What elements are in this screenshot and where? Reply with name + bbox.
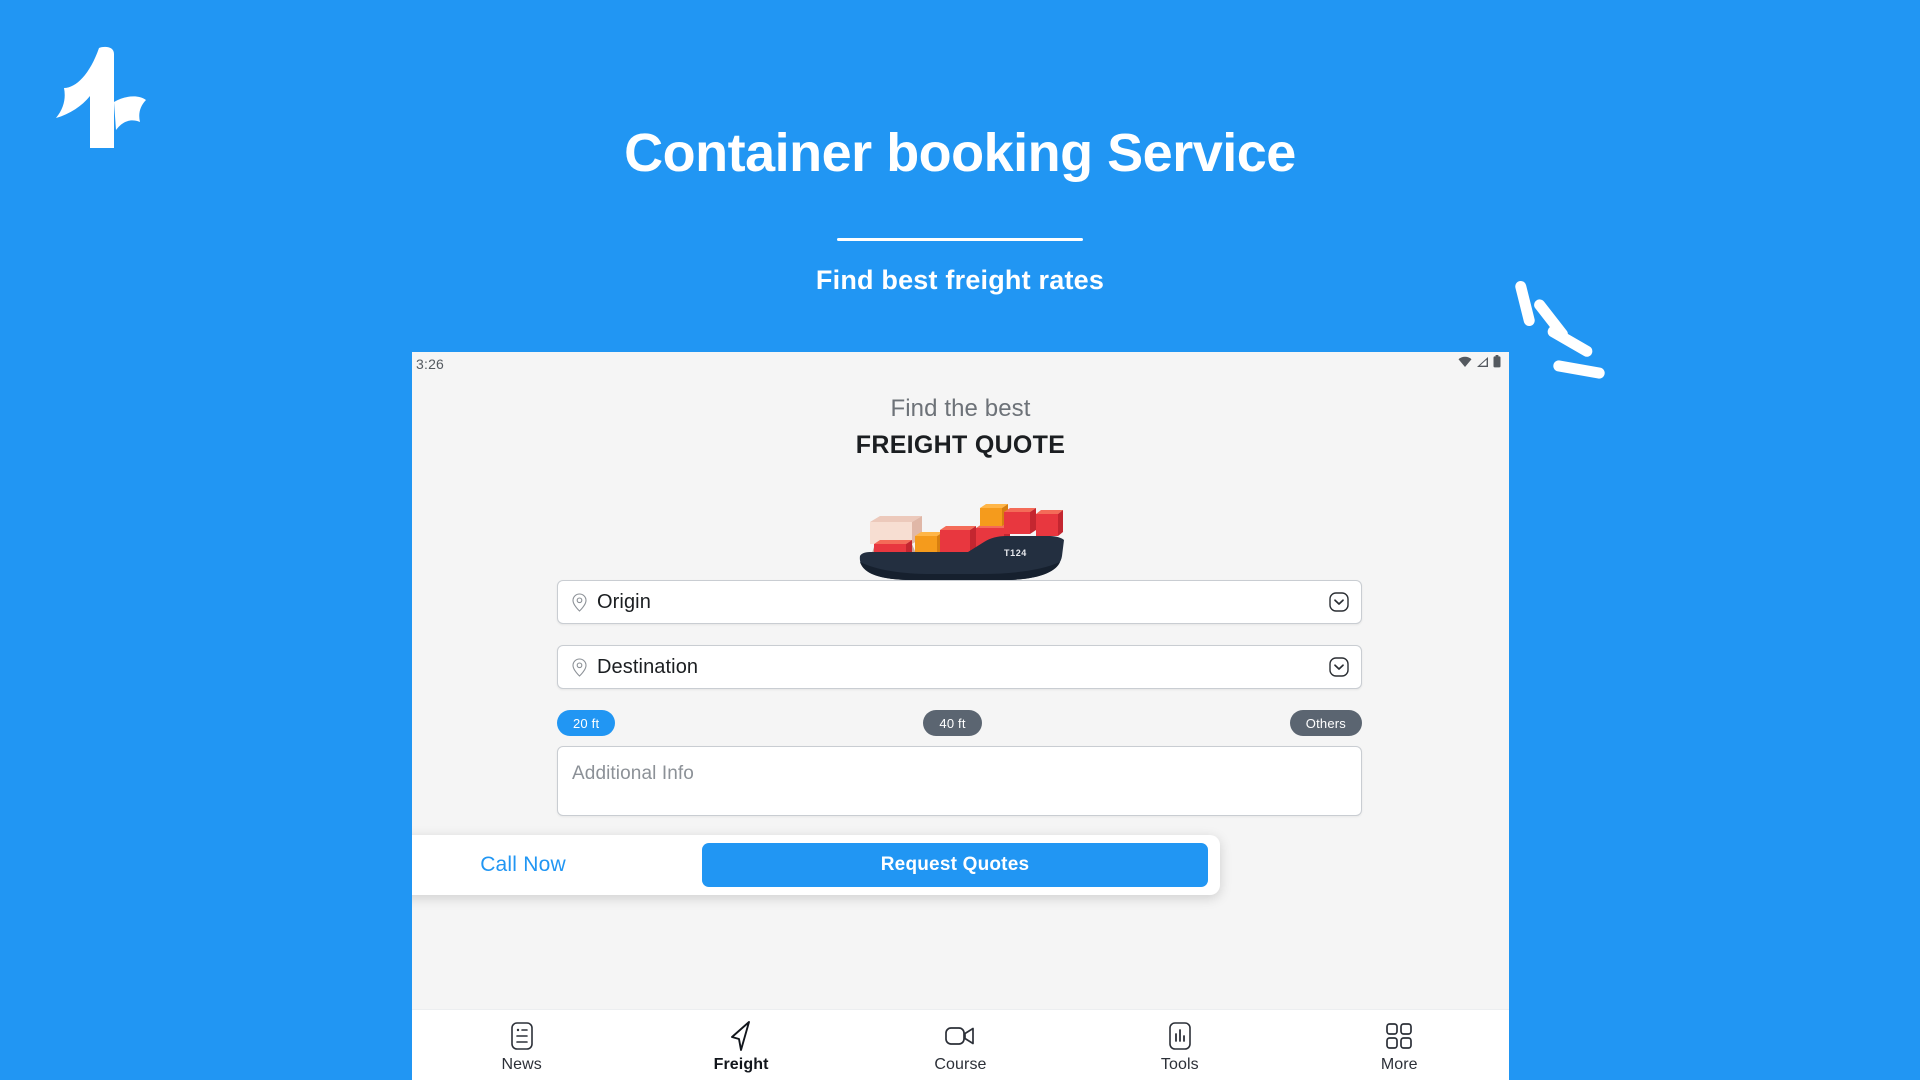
promo-title: Container booking Service <box>624 123 1296 183</box>
chevron-down-icon[interactable] <box>1329 657 1349 677</box>
promo-subtitle: Find best freight rates <box>815 265 1105 295</box>
news-document-icon <box>510 1021 533 1051</box>
device-mockup: 3:26 Find the best FREIGHT QUOTE T124 Or… <box>412 352 1509 1080</box>
signal-icon <box>1476 355 1489 373</box>
nav-label-more: More <box>1380 1055 1418 1073</box>
navigation-arrow-icon <box>728 1020 754 1051</box>
nav-item-course[interactable]: Course <box>900 1021 1020 1074</box>
grid-squares-icon <box>1386 1021 1413 1051</box>
location-pin-icon <box>572 657 587 677</box>
nav-item-more[interactable]: More <box>1339 1021 1459 1074</box>
sparkle-burst-icon <box>1495 279 1606 398</box>
app-eyebrow: Find the best <box>890 395 1031 422</box>
chip-40ft[interactable]: 40 ft <box>923 710 982 736</box>
nav-item-news[interactable]: News <box>462 1021 582 1074</box>
nav-label-tools: Tools <box>1160 1055 1199 1073</box>
bottom-navigation: News Freight Course Tools More <box>412 1009 1509 1080</box>
nav-label-freight: Freight <box>713 1055 769 1073</box>
battery-icon <box>1493 355 1501 373</box>
status-time: 3:26 <box>416 356 445 372</box>
nav-label-news: News <box>501 1055 542 1073</box>
origin-field[interactable]: Origin <box>557 580 1362 624</box>
request-quotes-button[interactable]: Request Quotes <box>702 843 1208 887</box>
nav-label-course: Course <box>934 1055 987 1073</box>
app-title: FREIGHT QUOTE <box>855 431 1066 459</box>
action-bar: Call Now Request Quotes <box>412 835 1220 895</box>
location-pin-icon <box>572 592 587 612</box>
container-size-chips: 20 ft 40 ft Others <box>557 710 1362 736</box>
additional-info-placeholder: Additional Info <box>572 763 694 784</box>
video-camera-icon <box>945 1021 975 1051</box>
nav-item-tools[interactable]: Tools <box>1120 1021 1240 1074</box>
chip-20ft[interactable]: 20 ft <box>557 710 616 736</box>
promo-divider <box>837 238 1083 241</box>
destination-label: Destination <box>597 655 699 678</box>
cargo-ship-illustration: T124 <box>412 500 1509 582</box>
additional-info-field[interactable]: Additional Info <box>557 746 1362 816</box>
nav-item-freight[interactable]: Freight <box>681 1020 801 1074</box>
svg-text:T124: T124 <box>1004 548 1027 558</box>
status-bar: 3:26 <box>412 352 1509 376</box>
chevron-down-icon[interactable] <box>1329 592 1349 612</box>
call-now-button[interactable]: Call Now <box>412 853 698 877</box>
wifi-icon <box>1458 355 1472 373</box>
origin-label: Origin <box>597 590 651 613</box>
destination-field[interactable]: Destination <box>557 645 1362 689</box>
bar-chart-icon <box>1169 1021 1191 1051</box>
chip-others[interactable]: Others <box>1289 710 1362 736</box>
